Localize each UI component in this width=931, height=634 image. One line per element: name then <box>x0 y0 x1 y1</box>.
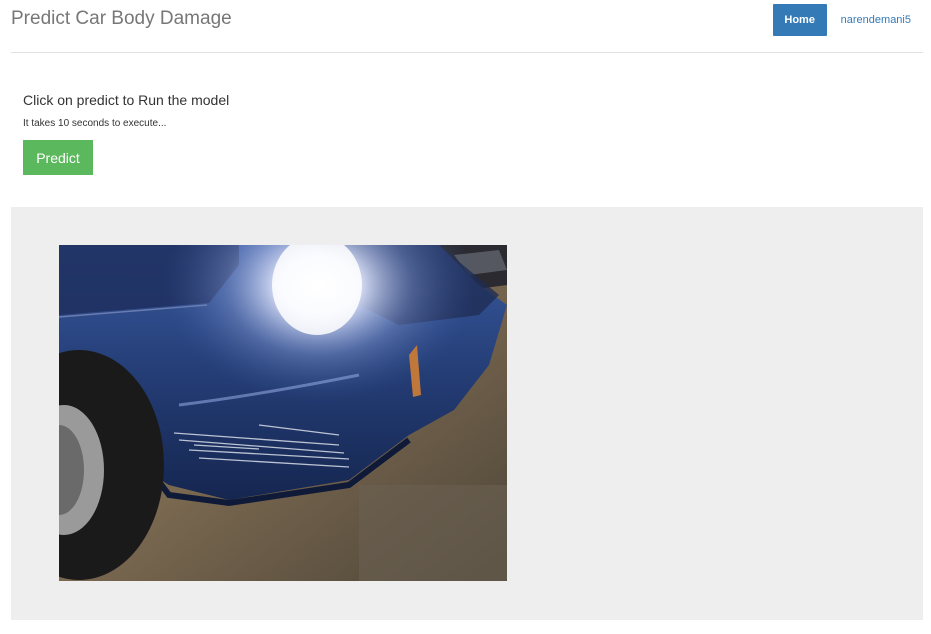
navbar: Predict Car Body Damage Home narendemani… <box>11 0 923 53</box>
intro-section: Click on predict to Run the model It tak… <box>23 92 229 130</box>
page-title[interactable]: Predict Car Body Damage <box>11 8 232 30</box>
user-nav-link[interactable]: narendemani5 <box>827 4 923 36</box>
home-nav-link[interactable]: Home <box>772 4 827 36</box>
nav-links: Home narendemani5 <box>772 4 923 36</box>
image-panel <box>11 207 923 620</box>
intro-heading: Click on predict to Run the model <box>23 92 230 108</box>
page: Predict Car Body Damage Home narendemani… <box>0 0 931 634</box>
car-damage-image <box>59 245 507 581</box>
predict-button[interactable]: Predict <box>23 140 93 175</box>
intro-note: It takes 10 seconds to execute... <box>23 118 167 129</box>
car-damage-photo <box>59 245 507 581</box>
